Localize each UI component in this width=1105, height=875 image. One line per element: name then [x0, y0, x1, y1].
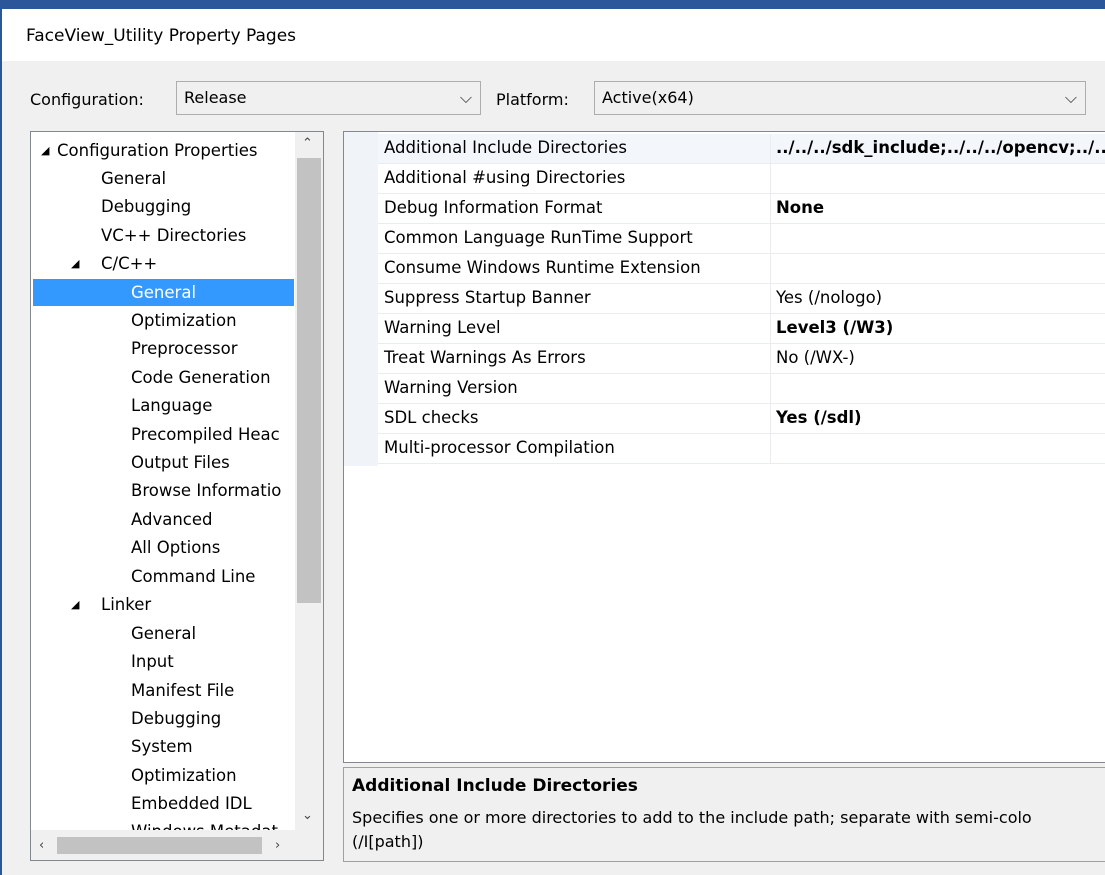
- scroll-up-arrow-icon[interactable]: ⌃: [302, 136, 313, 151]
- window-title: FaceView_Utility Property Pages: [26, 26, 297, 46]
- window-border-top: [0, 0, 1105, 9]
- tree-item-precompiled-headers[interactable]: Precompiled Heac: [131, 421, 280, 448]
- property-value[interactable]: Yes (/nologo): [776, 288, 882, 307]
- description-panel: Additional Include Directories Specifies…: [343, 767, 1105, 862]
- tree-item-output-files[interactable]: Output Files: [131, 449, 230, 476]
- scroll-right-arrow-icon[interactable]: ›: [275, 838, 280, 853]
- tree-item-windows-metadata[interactable]: Windows Metadat: [131, 818, 278, 830]
- tree-item-cpp-general[interactable]: General: [33, 279, 294, 306]
- property-name: Suppress Startup Banner: [384, 288, 591, 307]
- tree-item-manifest-file[interactable]: Manifest File: [131, 677, 234, 704]
- configuration-dropdown[interactable]: Release ⌵: [176, 81, 481, 115]
- property-row[interactable]: Warning Version: [378, 374, 1105, 404]
- tree-item-command-line[interactable]: Command Line: [131, 563, 255, 590]
- tree-item-advanced[interactable]: Advanced: [131, 506, 213, 533]
- configuration-value: Release: [184, 88, 247, 107]
- property-row[interactable]: Suppress Startup Banner Yes (/nologo): [378, 284, 1105, 314]
- property-value[interactable]: ../../../sdk_include;../../../opencv;../…: [776, 138, 1105, 157]
- property-name: Additional #using Directories: [384, 168, 626, 187]
- property-name: Consume Windows Runtime Extension: [384, 258, 701, 277]
- column-divider: [770, 434, 771, 464]
- scroll-left-arrow-icon[interactable]: ‹: [39, 838, 44, 853]
- platform-label: Platform:: [496, 90, 569, 109]
- expanded-triangle-icon[interactable]: ◢: [41, 137, 57, 164]
- property-row[interactable]: Warning Level Level3 (/W3): [378, 314, 1105, 344]
- scroll-down-arrow-icon[interactable]: ⌄: [302, 808, 313, 823]
- property-row[interactable]: Debug Information Format None: [378, 194, 1105, 224]
- tree-item-vc-directories[interactable]: VC++ Directories: [101, 222, 246, 249]
- property-tree[interactable]: ◢ Configuration Properties General Debugg…: [30, 131, 324, 861]
- property-name: Additional Include Directories: [384, 138, 627, 157]
- property-row[interactable]: Additional #using Directories: [378, 164, 1105, 194]
- expanded-triangle-icon[interactable]: ◢: [71, 591, 87, 618]
- window-border-left: [0, 0, 2, 875]
- tree-item-system[interactable]: System: [131, 733, 193, 760]
- tree-item-code-generation[interactable]: Code Generation: [131, 364, 271, 391]
- description-text: Specifies one or more directories to add…: [352, 808, 1032, 851]
- tree-item-embedded-idl[interactable]: Embedded IDL: [131, 790, 252, 817]
- tree-item-all-options[interactable]: All Options: [131, 534, 220, 561]
- property-grid: Additional Include Directories ../../../…: [343, 131, 1105, 763]
- property-name: Debug Information Format: [384, 198, 603, 217]
- property-name: Multi-processor Compilation: [384, 438, 615, 457]
- column-divider: [770, 254, 771, 284]
- property-row[interactable]: Treat Warnings As Errors No (/WX-): [378, 344, 1105, 374]
- platform-value: Active(x64): [602, 88, 694, 107]
- tree-item-language[interactable]: Language: [131, 392, 212, 419]
- property-row[interactable]: Common Language RunTime Support: [378, 224, 1105, 254]
- tree-item-general[interactable]: General: [101, 165, 166, 192]
- chevron-down-icon: ⌵: [1064, 88, 1077, 107]
- property-grid-category-strip: [344, 132, 378, 466]
- column-divider: [770, 194, 771, 224]
- tree-item-preprocessor[interactable]: Preprocessor: [131, 335, 238, 362]
- title-bar[interactable]: FaceView_Utility Property Pages: [2, 9, 1105, 61]
- property-row[interactable]: Consume Windows Runtime Extension: [378, 254, 1105, 284]
- tree-item-linker-debugging[interactable]: Debugging: [131, 705, 221, 732]
- tree-item-configuration-properties[interactable]: ◢ Configuration Properties: [41, 137, 258, 164]
- property-name: Warning Level: [384, 318, 501, 337]
- property-name: SDL checks: [384, 408, 479, 427]
- configuration-label: Configuration:: [30, 90, 144, 109]
- property-value[interactable]: Yes (/sdl): [776, 408, 862, 427]
- column-divider: [770, 314, 771, 344]
- property-name: Treat Warnings As Errors: [384, 348, 586, 367]
- tree-item-optimization[interactable]: Optimization: [131, 307, 237, 334]
- property-value[interactable]: None: [776, 198, 824, 217]
- chevron-down-icon: ⌵: [459, 88, 472, 107]
- tree-item-linker-input[interactable]: Input: [131, 648, 174, 675]
- column-divider: [770, 134, 771, 164]
- property-value[interactable]: No (/WX-): [776, 348, 855, 367]
- property-pages-window: FaceView_Utility Property Pages Configur…: [0, 0, 1105, 875]
- tree-item-c-cpp[interactable]: ◢ C/C++: [71, 250, 157, 277]
- column-divider: [770, 284, 771, 314]
- property-name: Common Language RunTime Support: [384, 228, 693, 247]
- property-row[interactable]: Additional Include Directories ../../../…: [378, 134, 1105, 164]
- property-row[interactable]: SDL checks Yes (/sdl): [378, 404, 1105, 434]
- property-name: Warning Version: [384, 378, 518, 397]
- column-divider: [770, 404, 771, 434]
- expanded-triangle-icon[interactable]: ◢: [71, 250, 87, 277]
- tree-item-linker-general[interactable]: General: [131, 620, 196, 647]
- tree-item-linker[interactable]: ◢ Linker: [71, 591, 151, 618]
- tree-horizontal-scroll-thumb[interactable]: [57, 837, 262, 854]
- tree-item-linker-optimization[interactable]: Optimization: [131, 762, 237, 789]
- description-title: Additional Include Directories: [352, 776, 638, 796]
- tree-vertical-scroll-thumb[interactable]: [297, 158, 321, 603]
- tree-item-debugging[interactable]: Debugging: [101, 193, 191, 220]
- column-divider: [770, 374, 771, 404]
- property-row[interactable]: Multi-processor Compilation: [378, 434, 1105, 464]
- column-divider: [770, 344, 771, 374]
- column-divider: [770, 224, 771, 254]
- property-value[interactable]: Level3 (/W3): [776, 318, 893, 337]
- column-divider: [770, 164, 771, 194]
- platform-dropdown[interactable]: Active(x64) ⌵: [594, 81, 1086, 115]
- tree-item-browse-information[interactable]: Browse Informatio: [131, 477, 281, 504]
